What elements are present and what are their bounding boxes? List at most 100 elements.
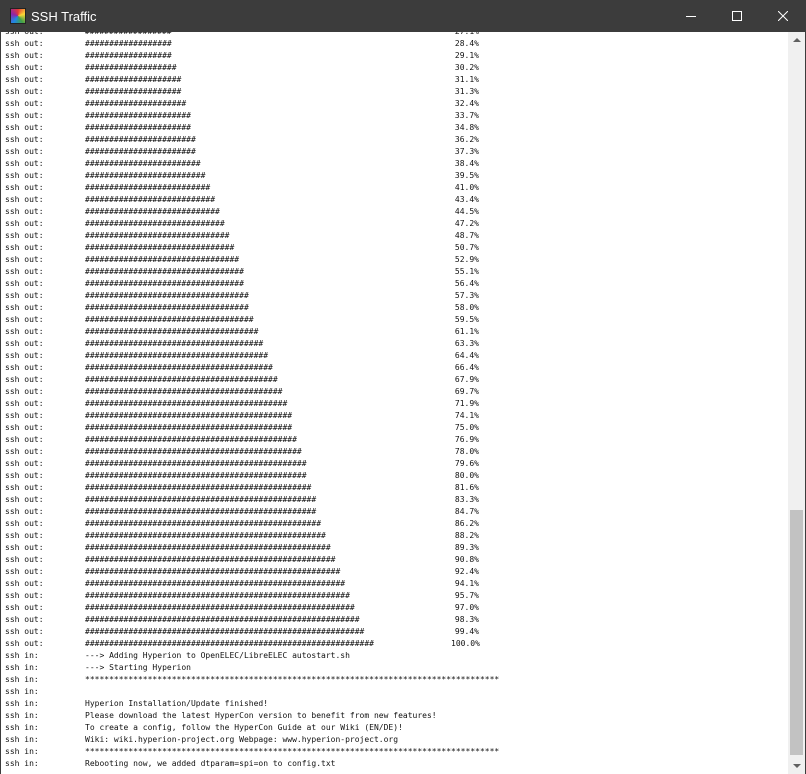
progress-bar-text: ####################	[85, 87, 182, 96]
log-message: Wiki: wiki.hyperion-project.org Webpage:…	[85, 735, 399, 744]
log-direction: ssh in:	[5, 735, 39, 744]
minimize-icon	[686, 16, 696, 17]
log-message: Rebooting now, we added dtparam=spi=on t…	[85, 759, 336, 768]
progress-percent: 47.2%	[454, 219, 479, 228]
progress-percent: 56.4%	[454, 279, 479, 288]
log-direction: ssh out:	[5, 183, 44, 192]
progress-bar-text: ########################################…	[85, 567, 341, 576]
progress-percent: 63.3%	[454, 339, 479, 348]
progress-percent: 67.9%	[454, 375, 479, 384]
log-direction: ssh out:	[5, 63, 44, 72]
scroll-up-arrow-icon[interactable]	[788, 32, 805, 49]
log-direction: ssh out:	[5, 387, 44, 396]
progress-percent: 74.1%	[454, 411, 479, 420]
progress-bar-text: ########################################…	[85, 579, 346, 588]
log-direction: ssh out:	[5, 519, 44, 528]
log-direction: ssh out:	[5, 87, 44, 96]
progress-percent: 84.7%	[454, 507, 479, 516]
log-direction: ssh out:	[5, 567, 44, 576]
progress-bar-text: ########################################…	[85, 471, 307, 480]
progress-percent: 38.4%	[454, 159, 479, 168]
progress-percent: 71.9%	[454, 399, 479, 408]
maximize-icon	[732, 11, 742, 21]
log-direction: ssh out:	[5, 231, 44, 240]
progress-bar-text: ###########################	[85, 195, 216, 204]
progress-bar-text: ###############################	[85, 243, 235, 252]
progress-percent: 34.8%	[454, 123, 479, 132]
title-bar[interactable]: SSH Traffic	[1, 1, 805, 32]
progress-bar-text: ############################	[85, 207, 220, 216]
maximize-button[interactable]	[714, 1, 760, 32]
log-message: ---> Starting Hyperion	[85, 663, 191, 672]
log-direction: ssh out:	[5, 99, 44, 108]
minimize-button[interactable]	[668, 1, 714, 32]
progress-bar-text: ########################################…	[85, 543, 331, 552]
vertical-scrollbar[interactable]	[788, 32, 805, 774]
progress-percent: 33.7%	[454, 111, 479, 120]
progress-bar-text: ######################	[85, 111, 191, 120]
log-direction: ssh out:	[5, 39, 44, 48]
progress-bar-text: ##################	[85, 51, 172, 60]
progress-percent: 52.9%	[454, 255, 479, 264]
progress-bar-text: ########################################	[85, 375, 278, 384]
log-direction: ssh in:	[5, 723, 39, 732]
log-direction: ssh in:	[5, 675, 39, 684]
log-direction: ssh out:	[5, 555, 44, 564]
log-direction: ssh out:	[5, 591, 44, 600]
log-direction: ssh out:	[5, 483, 44, 492]
log-direction: ssh out:	[5, 219, 44, 228]
progress-percent: 88.2%	[454, 531, 479, 540]
progress-percent: 48.7%	[454, 231, 479, 240]
log-direction: ssh out:	[5, 255, 44, 264]
progress-bar-text: #####################	[85, 99, 187, 108]
progress-percent: 59.5%	[454, 315, 479, 324]
log-message: ---> Adding Hyperion to OpenELEC/LibreEL…	[85, 651, 350, 660]
progress-bar-text: #######################################	[85, 363, 273, 372]
progress-percent: 31.3%	[454, 87, 479, 96]
terminal-output[interactable]: ssh out:##################27.1%ssh out:#…	[1, 32, 788, 774]
progress-percent: 36.2%	[454, 135, 479, 144]
log-direction: ssh out:	[5, 531, 44, 540]
progress-bar-text: ########################################…	[85, 435, 297, 444]
progress-percent: 98.3%	[454, 615, 479, 624]
progress-percent: 89.3%	[454, 543, 479, 552]
progress-bar-text: ########################################…	[85, 603, 355, 612]
progress-bar-text: ########################################…	[85, 627, 365, 636]
progress-percent: 41.0%	[454, 183, 479, 192]
scroll-down-arrow-icon[interactable]	[788, 757, 805, 774]
log-direction: ssh out:	[5, 351, 44, 360]
progress-percent: 69.7%	[454, 387, 479, 396]
progress-bar-text: #############################	[85, 219, 225, 228]
log-message: ****************************************…	[85, 747, 500, 756]
log-direction: ssh out:	[5, 243, 44, 252]
log-direction: ssh in:	[5, 759, 39, 768]
progress-percent: 99.4%	[454, 627, 479, 636]
progress-percent: 55.1%	[454, 267, 479, 276]
log-direction: ssh out:	[5, 639, 44, 648]
progress-percent: 81.6%	[454, 483, 479, 492]
progress-percent: 83.3%	[454, 495, 479, 504]
log-direction: ssh out:	[5, 447, 44, 456]
progress-bar-text: ##########################	[85, 183, 211, 192]
progress-bar-text: ########################################…	[85, 483, 312, 492]
log-direction: ssh out:	[5, 627, 44, 636]
progress-bar-text: #################################	[85, 267, 244, 276]
log-direction: ssh in:	[5, 687, 39, 696]
log-direction: ssh out:	[5, 75, 44, 84]
log-direction: ssh out:	[5, 603, 44, 612]
log-direction: ssh out:	[5, 495, 44, 504]
progress-percent: 86.2%	[454, 519, 479, 528]
log-direction: ssh out:	[5, 315, 44, 324]
log-direction: ssh out:	[5, 51, 44, 60]
progress-bar-text: ########################################…	[85, 639, 374, 648]
progress-percent: 79.6%	[454, 459, 479, 468]
progress-percent: 61.1%	[454, 327, 479, 336]
progress-percent: 50.7%	[454, 243, 479, 252]
progress-bar-text: ###################	[85, 63, 177, 72]
log-direction: ssh out:	[5, 159, 44, 168]
scrollbar-thumb[interactable]	[790, 510, 803, 755]
close-button[interactable]	[760, 1, 806, 32]
progress-percent: 57.3%	[454, 291, 479, 300]
progress-percent: 78.0%	[454, 447, 479, 456]
progress-bar-text: #######################	[85, 147, 196, 156]
